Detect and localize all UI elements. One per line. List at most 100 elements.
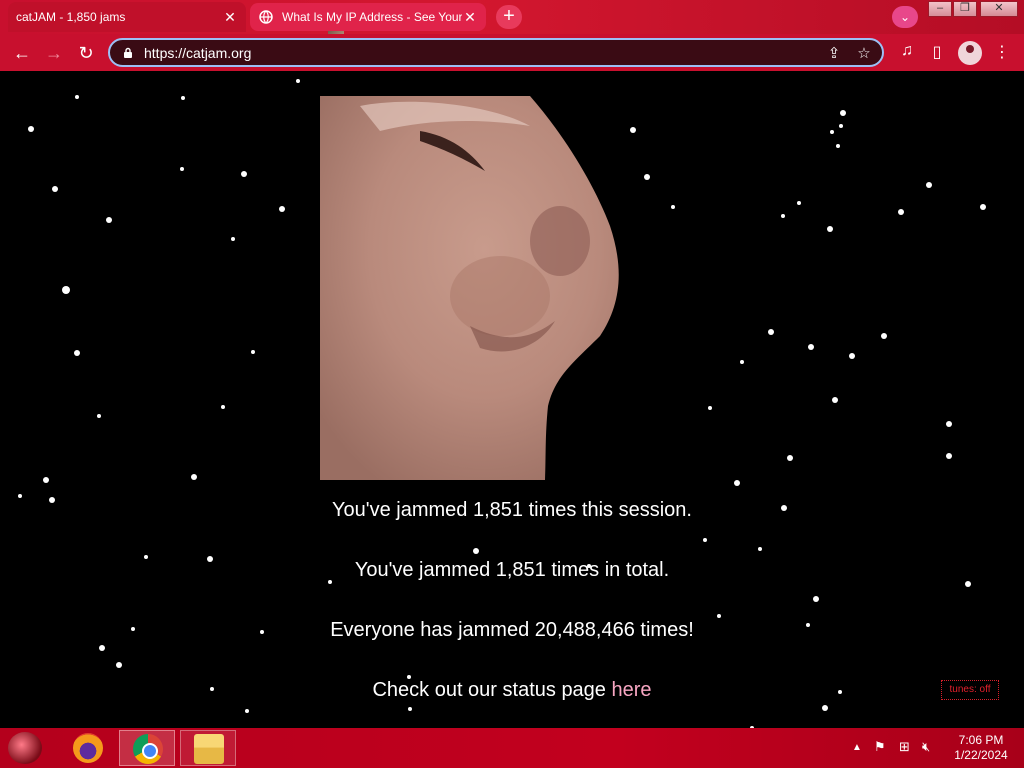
star-dot — [106, 217, 112, 223]
star-dot — [836, 144, 840, 148]
tab-close-icon[interactable]: ✕ — [462, 9, 478, 26]
address-bar[interactable]: https://catjam.org ⇪ ☆ — [108, 38, 884, 67]
action-center-flag-icon[interactable]: ⚑ — [874, 739, 886, 755]
star-dot — [473, 548, 479, 554]
star-dot — [946, 421, 952, 427]
tab-strip: catJAM - 1,850 jams ✕ What Is My IP Addr… — [0, 0, 1024, 43]
side-panel-icon[interactable]: ▯ — [926, 42, 948, 62]
star-dot — [827, 226, 833, 232]
url-text: https://catjam.org — [144, 44, 252, 61]
star-dot — [980, 204, 986, 210]
star-dot — [946, 453, 952, 459]
star-dot — [830, 130, 834, 134]
start-button[interactable] — [8, 732, 42, 764]
star-dot — [703, 538, 707, 542]
network-icon[interactable]: ⊞ — [899, 739, 910, 755]
star-dot — [671, 205, 675, 209]
star-dot — [758, 547, 762, 551]
star-dot — [43, 477, 49, 483]
system-clock[interactable]: 7:06 PM 1/22/2024 — [950, 733, 1012, 763]
taskbar-firefox[interactable] — [60, 730, 116, 766]
star-dot — [245, 709, 249, 713]
star-dot — [28, 126, 34, 132]
star-dot — [191, 474, 197, 480]
star-dot — [221, 405, 225, 409]
back-arrow-icon[interactable]: ← — [9, 40, 35, 66]
tab-search-chevron-icon[interactable]: ⌄ — [892, 6, 918, 28]
star-dot — [181, 96, 185, 100]
star-dot — [644, 174, 650, 180]
star-dot — [241, 171, 247, 177]
star-dot — [74, 350, 80, 356]
page-viewport: You've jammed 1,851 times this session. … — [0, 71, 1024, 728]
folder-icon — [194, 734, 224, 764]
star-dot — [408, 707, 412, 711]
everyone-jams-text: Everyone has jammed 20,488,466 times! — [330, 619, 694, 641]
maximize-button[interactable]: ❐ — [953, 1, 977, 17]
catjam-image — [320, 96, 622, 480]
tab-title: catJAM - 1,850 jams — [16, 10, 126, 24]
firefox-icon — [73, 733, 103, 763]
star-dot — [787, 455, 793, 461]
forward-arrow-icon[interactable]: → — [41, 40, 67, 66]
star-dot — [840, 110, 846, 116]
star-dot — [781, 214, 785, 218]
star-dot — [18, 494, 22, 498]
browser-toolbar: ← → ↻ https://catjam.org ⇪ ☆ ♫ ▯ ⋮ — [0, 34, 1024, 71]
star-dot — [62, 286, 70, 294]
star-dot — [808, 344, 814, 350]
share-icon[interactable]: ⇪ — [822, 44, 846, 62]
star-dot — [708, 406, 712, 410]
session-jams-text: You've jammed 1,851 times this session. — [332, 499, 692, 521]
star-dot — [822, 705, 828, 711]
star-dot — [279, 206, 285, 212]
status-page-line: Check out our status page here — [0, 679, 1024, 702]
star-dot — [881, 333, 887, 339]
star-dot — [832, 397, 838, 403]
star-dot — [52, 186, 58, 192]
star-dot — [630, 127, 636, 133]
window-close-button[interactable]: ✕ — [980, 1, 1018, 17]
show-hidden-icons-icon[interactable]: ▲ — [852, 742, 862, 753]
star-dot — [296, 79, 300, 83]
star-dot — [251, 350, 255, 354]
star-dot — [734, 480, 740, 486]
chrome-icon — [133, 734, 163, 764]
star-dot — [849, 353, 855, 359]
profile-avatar[interactable] — [958, 41, 982, 65]
star-dot — [75, 95, 79, 99]
star-dot — [740, 360, 744, 364]
star-dot — [717, 614, 721, 618]
new-tab-button[interactable]: + — [496, 5, 522, 29]
tab-catjam[interactable]: catJAM - 1,850 jams ✕ — [8, 2, 344, 43]
star-dot — [797, 201, 801, 205]
star-dot — [180, 167, 184, 171]
tab-close-icon[interactable]: ✕ — [222, 9, 238, 26]
windows-taskbar: ▲ ⚑ ⊞ 🔇︎ 7:06 PM 1/22/2024 — [0, 728, 1024, 768]
taskbar-file-explorer[interactable] — [180, 730, 236, 766]
star-dot — [898, 209, 904, 215]
total-jams-text: You've jammed 1,851 times in total. — [354, 559, 670, 581]
bookmark-star-icon[interactable]: ☆ — [852, 44, 876, 62]
clock-time: 7:06 PM — [958, 733, 1004, 747]
star-dot — [99, 645, 105, 651]
globe-icon — [258, 9, 274, 25]
clock-date: 1/22/2024 — [954, 748, 1008, 762]
star-dot — [116, 662, 122, 668]
minimize-button[interactable]: – — [928, 1, 952, 17]
volume-muted-icon[interactable]: 🔇︎ — [922, 739, 930, 755]
status-prefix: Check out our status page — [372, 679, 612, 701]
kebab-menu-icon[interactable]: ⋮ — [992, 42, 1012, 62]
star-dot — [926, 182, 932, 188]
tab-title: What Is My IP Address - See Your — [282, 10, 462, 24]
media-control-icon[interactable]: ♫ — [896, 42, 918, 60]
star-dot — [813, 596, 819, 602]
taskbar-chrome[interactable] — [119, 730, 175, 766]
star-dot — [231, 237, 235, 241]
lock-icon — [124, 47, 132, 58]
tab-whatismyip[interactable]: What Is My IP Address - See Your ✕ — [250, 3, 486, 31]
star-dot — [97, 414, 101, 418]
status-page-link[interactable]: here — [612, 679, 652, 701]
tunes-toggle-button[interactable]: tunes: off — [941, 680, 999, 700]
reload-icon[interactable]: ↻ — [73, 40, 99, 66]
